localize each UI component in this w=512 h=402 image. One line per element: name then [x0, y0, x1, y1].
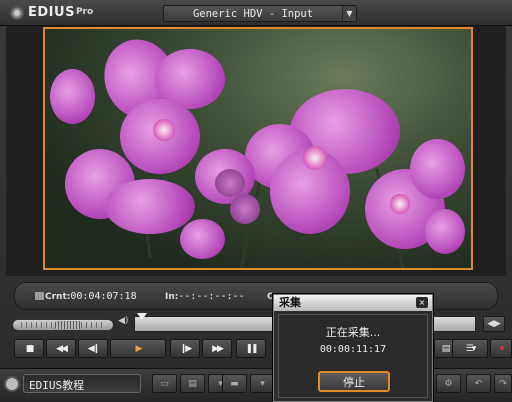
logo-text: EDIUS: [28, 5, 75, 20]
play-button[interactable]: ▶: [110, 339, 166, 358]
app-logo: EDIUS Pro: [10, 5, 93, 20]
step-back-button[interactable]: ◀❙: [78, 339, 108, 358]
settings-button[interactable]: ⚙: [436, 374, 461, 393]
stop-button[interactable]: ■: [14, 339, 44, 358]
timecode-icon: [35, 292, 44, 300]
edius-logo-icon: [10, 5, 24, 20]
edius-window: EDIUS Pro Generic HDV - Input ▼ Crnt:00:…: [0, 0, 512, 402]
input-preset-dropdown[interactable]: Generic HDV - Input ▼: [163, 5, 357, 22]
shuttle-knob[interactable]: [55, 321, 81, 329]
project-name-field[interactable]: EDIUS教程: [23, 374, 141, 393]
fast-forward-button[interactable]: ▶▶: [202, 339, 232, 358]
shuttle-slider[interactable]: [12, 319, 114, 331]
playhead[interactable]: [137, 313, 147, 320]
step-forward-button[interactable]: ❙▶: [170, 339, 200, 358]
capture-elapsed-time: 00:00:11:17: [319, 344, 387, 355]
new-project-button[interactable]: ▭: [152, 374, 177, 393]
video-preview: [43, 27, 473, 270]
dialog-title: 采集: [274, 295, 432, 311]
overwrite-button[interactable]: ☰▾: [452, 339, 488, 358]
capture-status: 正在采集...: [325, 326, 381, 339]
save-dropdown-button[interactable]: ▾: [250, 374, 275, 393]
rewind-button[interactable]: ◀◀: [46, 339, 76, 358]
preset-label: Generic HDV - Input: [192, 7, 314, 20]
dialog-body: 正在采集... 00:00:11:17 停止: [278, 314, 428, 398]
loop-button[interactable]: ◀▶: [483, 316, 505, 332]
capture-dialog: 采集 × 正在采集... 00:00:11:17 停止: [273, 294, 433, 402]
open-project-button[interactable]: ▤: [180, 374, 205, 393]
stop-capture-button[interactable]: 停止: [318, 371, 390, 392]
project-icon: [4, 376, 20, 392]
logo-suffix: Pro: [75, 6, 94, 17]
in-point-timecode: In:--:--:--:--: [165, 291, 245, 302]
bottom-toolbar: EDIUS教程 ▭ ▤ ▾ ▬ ▾ ⚙ ↶ ↷: [0, 368, 512, 402]
undo-button[interactable]: ↶: [466, 374, 491, 393]
save-button[interactable]: ▬: [222, 374, 247, 393]
close-icon[interactable]: ×: [416, 297, 428, 308]
title-bar: EDIUS Pro Generic HDV - Input ▼: [0, 0, 512, 26]
chevron-down-icon[interactable]: ▼: [342, 6, 356, 21]
speaker-icon[interactable]: ◀): [118, 316, 130, 328]
pause-button[interactable]: ❚❚: [236, 339, 266, 358]
redo-button[interactable]: ↷: [494, 374, 512, 393]
current-timecode: Crnt:00:04:07:18: [35, 291, 137, 302]
record-button[interactable]: ▾: [490, 339, 512, 358]
